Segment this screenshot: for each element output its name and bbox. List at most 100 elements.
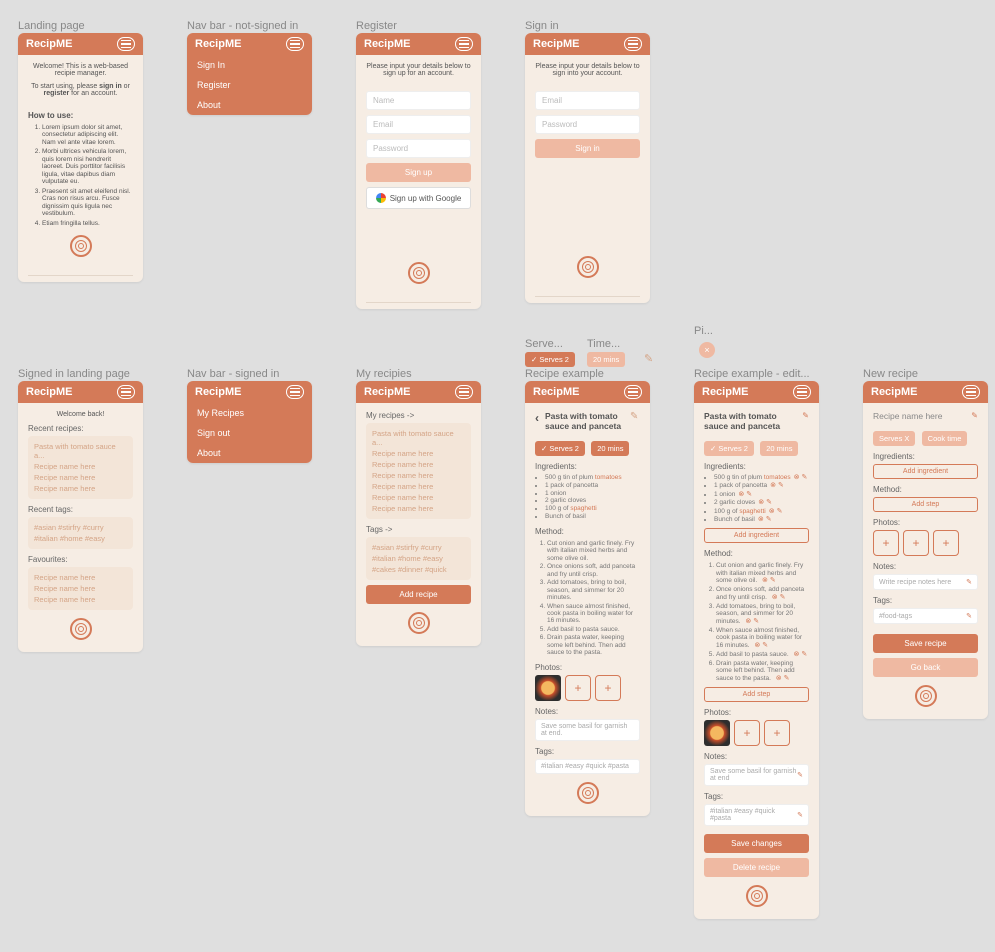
add-photo-button[interactable]: + <box>873 530 899 556</box>
edit-icon[interactable]: ✎ <box>777 508 783 515</box>
delete-recipe-button[interactable]: Delete recipe <box>704 858 809 877</box>
nav-item-signout[interactable]: Sign out <box>187 423 312 443</box>
edit-icon[interactable]: ✎ <box>971 411 978 420</box>
nav-item-signin[interactable]: Sign In <box>187 55 312 75</box>
remove-photo-button[interactable]: × <box>699 342 715 358</box>
nav-item-about[interactable]: About <box>187 443 312 463</box>
save-recipe-button[interactable]: Save recipe <box>873 634 978 653</box>
add-photo-button[interactable]: + <box>764 720 790 746</box>
recent-item[interactable]: Recipe name here <box>34 461 127 472</box>
tags-input[interactable]: #food-tags✎ <box>873 608 978 624</box>
recipe-item[interactable]: Recipe name here <box>372 503 465 514</box>
add-photo-button[interactable]: + <box>595 675 621 701</box>
edit-icon[interactable]: ✎ <box>780 594 786 601</box>
tag-line[interactable]: #asian #stirfry #curry <box>34 522 127 533</box>
tags-field[interactable]: #italian #easy #quick #pasta✎ <box>704 804 809 826</box>
recipe-item[interactable]: Recipe name here <box>372 492 465 503</box>
nav-item-about[interactable]: About <box>187 95 312 115</box>
pencil-icon[interactable]: ✎ <box>644 352 653 365</box>
edit-icon[interactable]: ✎ <box>802 411 809 420</box>
edit-icon[interactable]: ✎ <box>801 651 807 658</box>
remove-icon[interactable]: ⊗ <box>758 499 764 506</box>
add-photo-button[interactable]: + <box>933 530 959 556</box>
add-photo-button[interactable]: + <box>903 530 929 556</box>
serves-pill[interactable]: ✓ Serves 2 <box>535 441 585 456</box>
remove-icon[interactable]: ⊗ <box>772 594 778 601</box>
email-input[interactable]: Email <box>366 115 471 134</box>
edit-icon[interactable] <box>630 411 640 421</box>
signup-button[interactable]: Sign up <box>366 163 471 182</box>
fav-item[interactable]: Recipe name here <box>34 583 127 594</box>
signin-button[interactable]: Sign in <box>535 139 640 158</box>
tag-line[interactable]: #italian #home #easy <box>34 533 127 544</box>
recipe-item[interactable]: Recipe name here <box>372 459 465 470</box>
recipe-item[interactable]: Recipe name here <box>372 448 465 459</box>
remove-icon[interactable]: ⊗ <box>738 491 744 498</box>
hamburger-icon[interactable] <box>793 385 811 399</box>
tag-line[interactable]: #asian #stirfry #curry <box>372 542 465 553</box>
add-ingredient-button[interactable]: Add ingredient <box>704 528 809 543</box>
recipe-item[interactable]: Pasta with tomato sauce a... <box>372 428 465 448</box>
recipe-item[interactable]: Recipe name here <box>372 470 465 481</box>
hamburger-icon[interactable] <box>624 37 642 51</box>
serves-pill[interactable]: ✓ Serves 2 <box>704 441 754 456</box>
hamburger-icon[interactable] <box>286 37 304 51</box>
hamburger-icon[interactable] <box>624 385 642 399</box>
nav-item-register[interactable]: Register <box>187 75 312 95</box>
tag-line[interactable]: #cakes #dinner #quick <box>372 564 465 575</box>
register-link[interactable]: register <box>44 90 70 97</box>
recent-item[interactable]: Recipe name here <box>34 483 127 494</box>
hamburger-icon[interactable] <box>455 385 473 399</box>
password-input[interactable]: Password <box>366 139 471 158</box>
add-photo-button[interactable]: + <box>734 720 760 746</box>
name-input[interactable]: Name <box>366 91 471 110</box>
add-step-button[interactable]: Add step <box>873 497 978 512</box>
email-input[interactable]: Email <box>535 91 640 110</box>
edit-icon[interactable]: ✎ <box>797 811 803 819</box>
hamburger-icon[interactable] <box>286 385 304 399</box>
google-signup-button[interactable]: Sign up with Google <box>366 187 471 209</box>
save-changes-button[interactable]: Save changes <box>704 834 809 853</box>
remove-icon[interactable]: ⊗ <box>758 516 764 523</box>
hamburger-icon[interactable] <box>117 385 135 399</box>
edit-icon[interactable]: ✎ <box>762 642 768 649</box>
notes-field[interactable]: Save some basil for garnish at end✎ <box>704 764 809 786</box>
add-ingredient-button[interactable]: Add ingredient <box>873 464 978 479</box>
edit-icon[interactable]: ✎ <box>778 482 784 489</box>
hamburger-icon[interactable] <box>117 37 135 51</box>
serves-chip[interactable]: ✓ Serves 2 <box>525 352 575 367</box>
title-placeholder[interactable]: Recipe name here <box>873 411 965 421</box>
edit-icon[interactable]: ✎ <box>802 474 808 481</box>
recent-item[interactable]: Recipe name here <box>34 472 127 483</box>
remove-icon[interactable]: ⊗ <box>745 618 751 625</box>
go-back-button[interactable]: Go back <box>873 658 978 677</box>
edit-icon[interactable]: ✎ <box>766 516 772 523</box>
remove-icon[interactable]: ⊗ <box>762 577 768 584</box>
edit-icon[interactable]: ✎ <box>770 577 776 584</box>
time-pill[interactable]: Cook time <box>922 431 968 446</box>
remove-icon[interactable]: ⊗ <box>754 642 760 649</box>
remove-icon[interactable]: ⊗ <box>793 651 799 658</box>
remove-icon[interactable]: ⊗ <box>770 482 776 489</box>
recipe-item[interactable]: Recipe name here <box>372 481 465 492</box>
edit-icon[interactable]: ✎ <box>766 499 772 506</box>
fav-item[interactable]: Recipe name here <box>34 572 127 583</box>
nav-item-myrecipes[interactable]: My Recipes <box>187 403 312 423</box>
remove-icon[interactable]: ⊗ <box>794 474 800 481</box>
edit-icon[interactable]: ✎ <box>797 771 803 779</box>
time-pill[interactable]: 20 mins <box>760 441 798 456</box>
add-recipe-button[interactable]: Add recipe <box>366 585 471 604</box>
back-icon[interactable] <box>535 411 539 425</box>
time-chip[interactable]: 20 mins <box>587 352 625 367</box>
time-pill[interactable]: 20 mins <box>591 441 629 456</box>
edit-icon[interactable]: ✎ <box>966 578 972 586</box>
edit-icon[interactable]: ✎ <box>753 618 759 625</box>
hamburger-icon[interactable] <box>962 385 980 399</box>
remove-icon[interactable]: ⊗ <box>769 508 775 515</box>
add-photo-button[interactable]: + <box>565 675 591 701</box>
add-step-button[interactable]: Add step <box>704 687 809 702</box>
serves-pill[interactable]: Serves X <box>873 431 915 446</box>
photo-thumbnail[interactable] <box>704 720 730 746</box>
notes-input[interactable]: Write recipe notes here✎ <box>873 574 978 590</box>
hamburger-icon[interactable] <box>455 37 473 51</box>
